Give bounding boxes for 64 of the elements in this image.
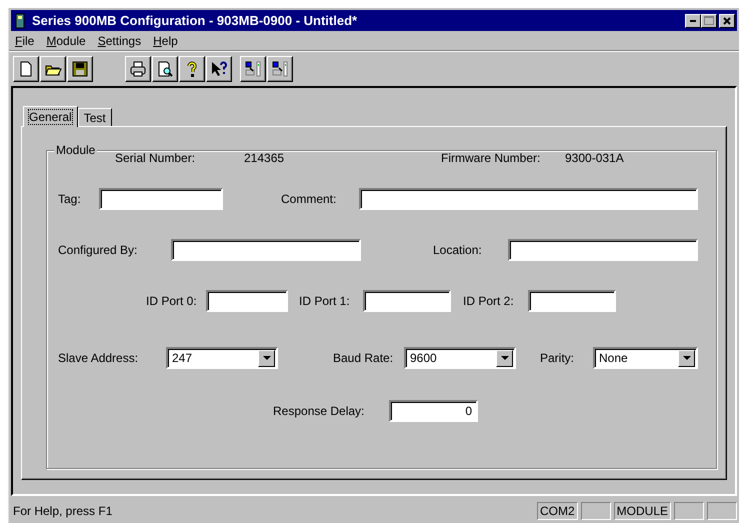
empty-status-pane [674, 502, 704, 520]
context-help-button[interactable] [206, 56, 232, 82]
field-label: Location: [433, 243, 482, 257]
text-field[interactable] [206, 290, 288, 312]
field-label: Slave Address: [58, 351, 138, 365]
info-label: Serial Number: [115, 151, 196, 165]
app-icon [13, 12, 27, 28]
dropdown[interactable]: 247 [166, 347, 278, 369]
tab[interactable]: General [23, 106, 78, 127]
maximize-button[interactable] [701, 14, 717, 28]
text-field[interactable] [508, 239, 698, 261]
field-label: Configured By: [58, 243, 138, 257]
menu-item[interactable]: File [15, 34, 34, 47]
status-pane: MODULE [614, 502, 671, 520]
tab[interactable]: Test [78, 108, 112, 126]
field-label: Baud Rate: [333, 351, 394, 365]
field-label: Tag: [58, 192, 81, 206]
close-icon [723, 16, 731, 24]
menu-item[interactable]: Settings [98, 34, 142, 47]
print-preview-button[interactable] [152, 56, 178, 82]
empty-status-pane [580, 502, 611, 520]
minimize-button[interactable] [685, 14, 701, 28]
number-field[interactable]: 0 [389, 400, 478, 422]
printer-button[interactable] [125, 56, 151, 82]
field-label: Parity: [540, 351, 574, 365]
close-button[interactable] [719, 14, 735, 28]
text-field[interactable] [99, 188, 223, 210]
menu-item[interactable]: Help [153, 34, 178, 47]
info-value: 9300-031A [565, 151, 624, 165]
empty-status-pane [707, 502, 737, 520]
text-field[interactable] [363, 290, 451, 312]
upload-device-icon [244, 60, 262, 78]
dropdown-arrow-icon [682, 356, 690, 360]
new-file-button[interactable] [13, 56, 39, 82]
text-field[interactable] [359, 188, 698, 210]
info-label: Firmware Number: [441, 151, 540, 165]
dropdown[interactable]: 9600 [404, 347, 516, 369]
field-label: ID Port 0: [146, 294, 197, 308]
print-preview-icon [156, 60, 174, 78]
group-title: Module [54, 143, 98, 157]
status-text: For Help, press F1 [13, 504, 114, 518]
window-title: Series 900MB Configuration - 903MB-0900 - Untitled* [32, 13, 358, 28]
printer-icon [129, 60, 147, 78]
minimize-icon [690, 20, 696, 22]
upload-device-button[interactable] [240, 56, 266, 82]
field-label: ID Port 2: [463, 294, 514, 308]
help-button[interactable] [179, 56, 205, 82]
text-field[interactable] [528, 290, 616, 312]
field-label: ID Port 1: [299, 294, 350, 308]
maximize-icon [704, 16, 714, 25]
menu-item[interactable]: Module [46, 34, 86, 47]
text-field[interactable] [171, 239, 361, 261]
context-help-icon [210, 60, 228, 78]
dropdown-arrow-icon [500, 356, 508, 360]
field-label: Response Delay: [273, 404, 364, 418]
save-disk-button[interactable] [67, 56, 93, 82]
field-label: Comment: [281, 192, 336, 206]
info-value: 214365 [244, 151, 284, 165]
download-device-button[interactable] [267, 56, 293, 82]
dropdown-arrow-icon [262, 356, 270, 360]
status-pane: COM2 [536, 502, 578, 520]
download-device-icon [271, 60, 289, 78]
open-folder-button[interactable] [40, 56, 66, 82]
dropdown[interactable]: None [593, 347, 698, 369]
